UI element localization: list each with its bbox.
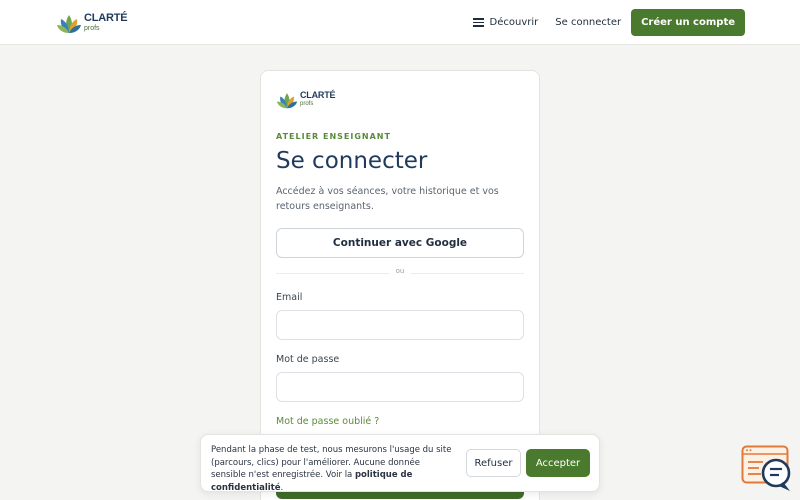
card-logo: CLARTÉ profs: [276, 88, 524, 110]
card-brand-text: CLARTÉ profs: [300, 90, 336, 108]
header-logo[interactable]: CLARTÉ profs: [56, 9, 128, 35]
chat-support-widget[interactable]: [741, 445, 793, 493]
brand-text: CLARTÉ profs: [84, 11, 128, 32]
discover-menu-label: Découvrir: [489, 17, 539, 28]
cookie-banner: Pendant la phase de test, nous mesurons …: [200, 434, 600, 494]
card-brand-sub: profs: [300, 101, 314, 107]
email-field[interactable]: [276, 310, 524, 340]
password-label: Mot de passe: [276, 354, 340, 365]
refuse-cookies-button[interactable]: Refuser: [466, 449, 521, 477]
cookie-text-body: Pendant la phase de test, nous mesurons …: [211, 445, 452, 480]
lotus-logo-icon: [276, 93, 298, 109]
lotus-logo-icon: [57, 15, 81, 33]
signup-button[interactable]: Créer un compte: [631, 9, 745, 36]
chat-support-icon: [741, 445, 791, 491]
discover-menu[interactable]: Découvrir: [472, 17, 539, 28]
accept-cookies-button[interactable]: Accepter: [526, 449, 590, 477]
hamburger-icon: [472, 18, 484, 27]
login-link[interactable]: Se connecter: [555, 17, 621, 28]
card-brand-name: CLARTÉ: [300, 90, 336, 100]
page-subtitle: Accédez à vos séances, votre historique …: [276, 186, 499, 212]
email-label: Email: [276, 292, 303, 303]
or-divider-label: ou: [389, 267, 411, 275]
brand-name: CLARTÉ: [84, 11, 128, 24]
brand-sub: profs: [84, 24, 100, 32]
google-login-button[interactable]: Continuer avec Google: [276, 228, 524, 258]
cookie-text-end: .: [280, 482, 284, 493]
or-divider: ou: [276, 267, 524, 279]
header-nav: Découvrir Se connecter Créer un compte: [472, 9, 745, 36]
forgot-password-link[interactable]: Mot de passe oublié ?: [276, 416, 524, 427]
page-title: Se connecter: [276, 148, 428, 174]
cookie-text: Pendant la phase de test, nous mesurons …: [211, 444, 456, 494]
eyebrow-label: ATELIER ENSEIGNANT: [276, 132, 391, 141]
top-navigation-bar: CLARTÉ profs Découvrir Se connecter Crée…: [0, 0, 800, 45]
password-field[interactable]: [276, 372, 524, 402]
